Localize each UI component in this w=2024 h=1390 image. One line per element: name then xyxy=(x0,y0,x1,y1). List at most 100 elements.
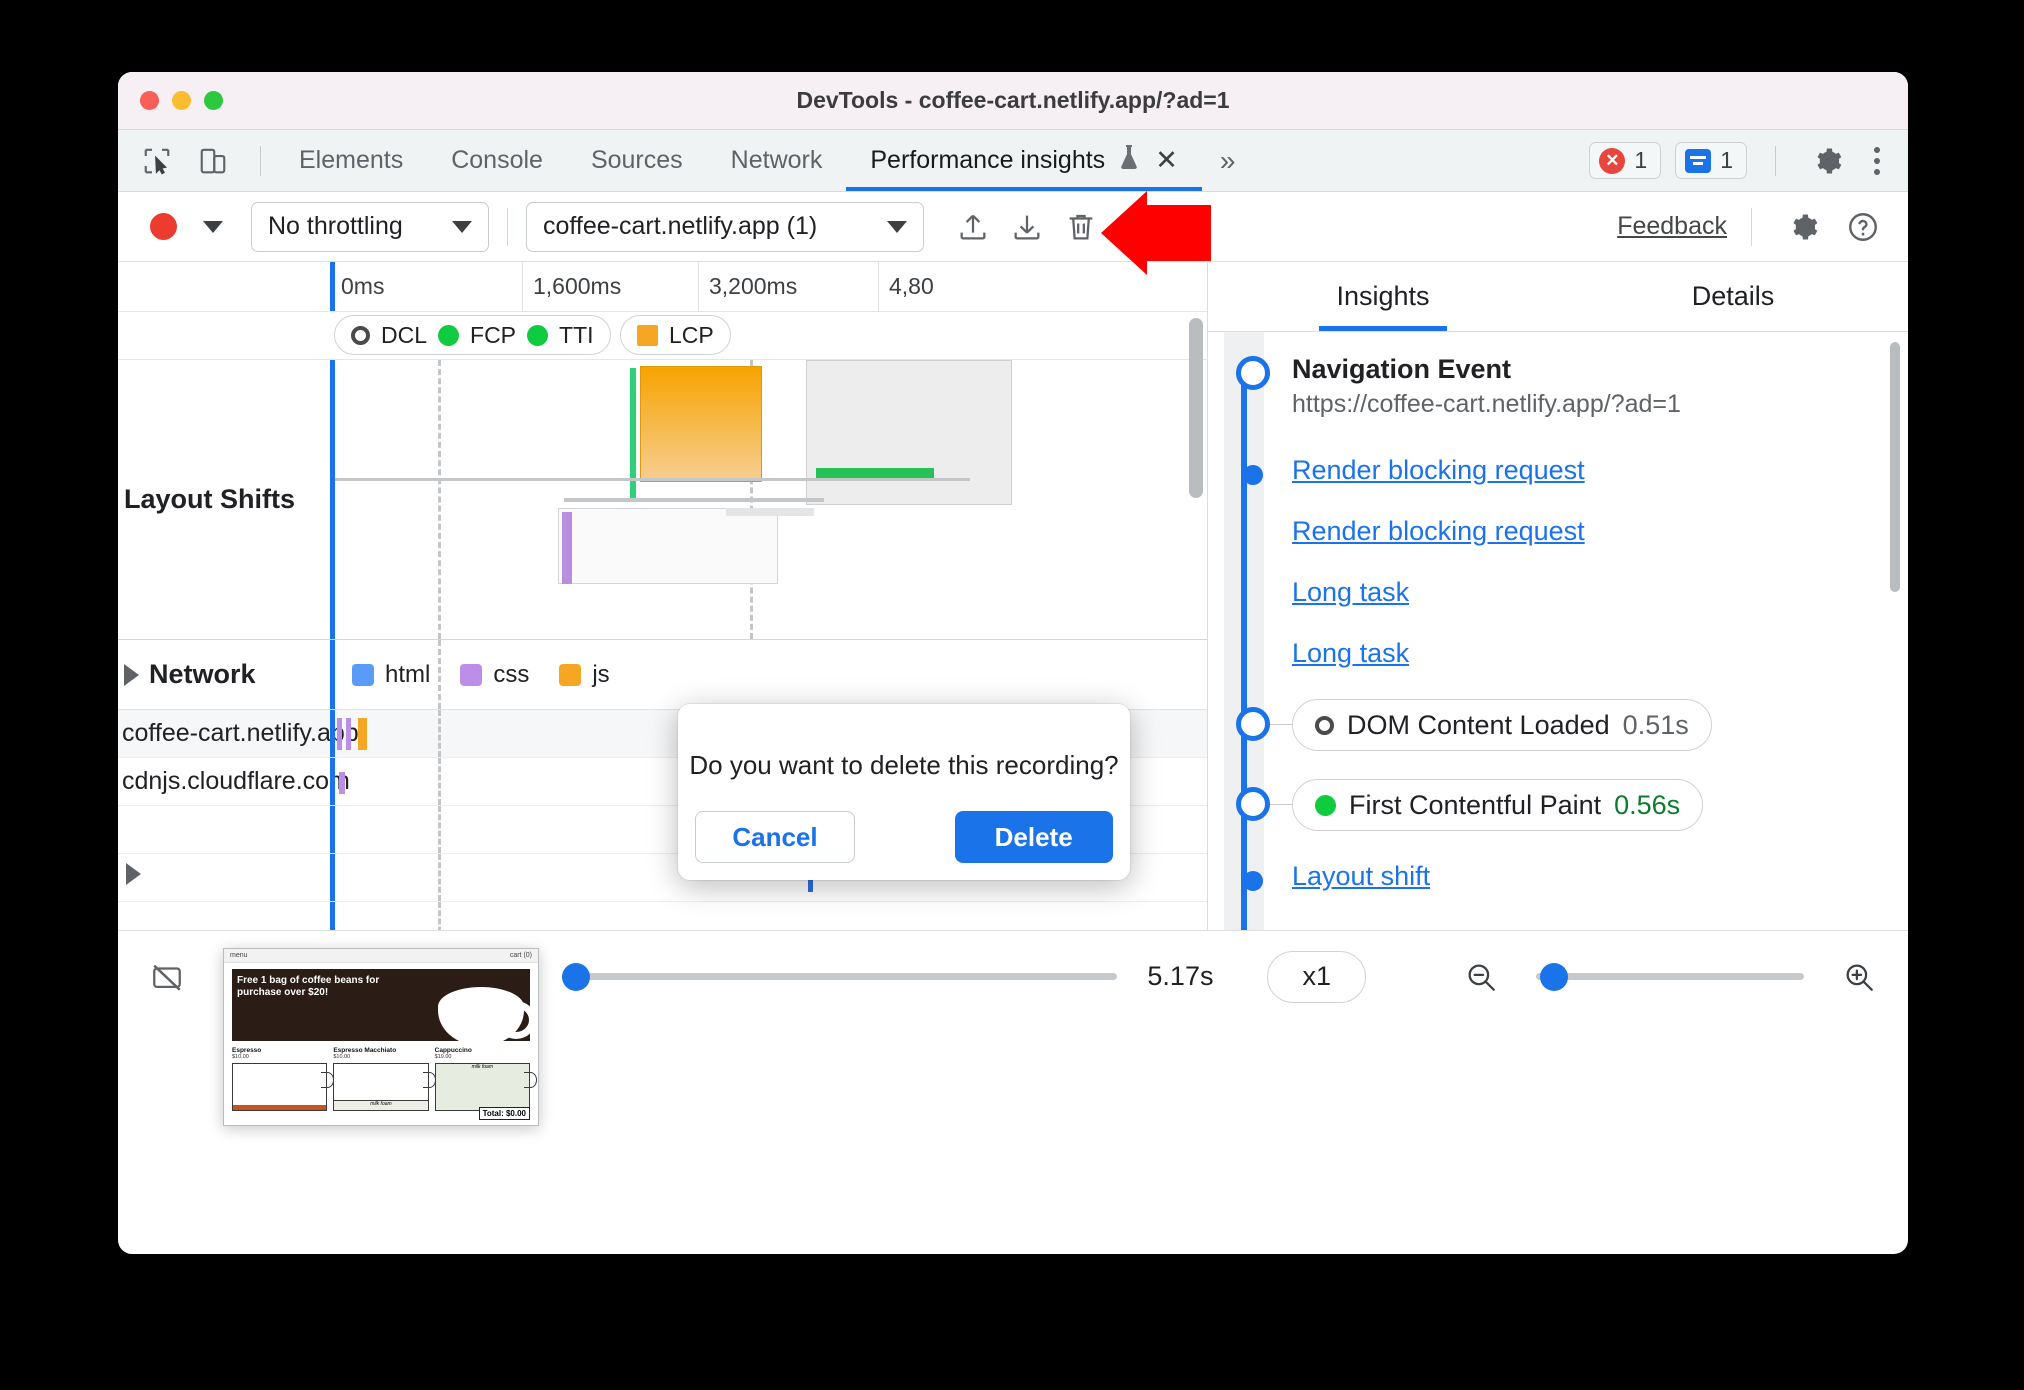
close-icon[interactable]: ✕ xyxy=(1155,145,1178,176)
toolbar-divider-1 xyxy=(507,207,508,246)
network-track-header[interactable]: Network html css js xyxy=(118,640,1207,710)
network-row-name: cdnjs.cloudflare.com xyxy=(122,767,350,795)
timeline-block[interactable] xyxy=(806,360,1012,505)
legend-label-css: css xyxy=(493,660,530,688)
tab-sources[interactable]: Sources xyxy=(567,130,707,191)
error-icon: ✕ xyxy=(1599,147,1626,174)
tabbar-left-icons xyxy=(118,138,275,184)
message-count-label: 1 xyxy=(1720,147,1733,173)
insight-link[interactable]: Long task xyxy=(1292,638,1409,668)
download-icon[interactable] xyxy=(1000,200,1054,254)
close-window-button[interactable] xyxy=(140,91,159,110)
record-options-caret-icon[interactable] xyxy=(203,220,223,233)
more-tabs-icon[interactable]: » xyxy=(1202,145,1254,177)
insight-long-task-2[interactable]: Long task xyxy=(1292,638,1908,669)
zoom-slider[interactable] xyxy=(1536,962,1804,991)
maximize-window-button[interactable] xyxy=(204,91,223,110)
network-expand-toggle[interactable]: Network xyxy=(118,659,330,690)
more-options-icon[interactable] xyxy=(1864,146,1890,175)
insight-layout-shift[interactable]: Layout shift xyxy=(1243,861,1908,892)
ruler-tick: 1,600ms xyxy=(522,262,621,311)
time-range-slider[interactable] xyxy=(562,962,1118,991)
legend-item-html: html xyxy=(352,661,430,689)
gear-icon[interactable] xyxy=(1804,138,1850,184)
playhead[interactable] xyxy=(330,360,335,639)
insight-link[interactable]: Long task xyxy=(1292,577,1409,607)
message-count-badge[interactable]: 1 xyxy=(1675,142,1747,179)
insight-link[interactable]: Render blocking request xyxy=(1292,516,1585,546)
record-button[interactable] xyxy=(150,213,177,240)
preview-product: Espresso Macchiato $10.00 milk foam xyxy=(333,1047,437,1111)
network-row-spacer-3[interactable] xyxy=(118,902,1207,930)
timeline-ruler[interactable]: 0ms 1,600ms 3,200ms 4,80 xyxy=(118,262,1207,312)
network-bar-css[interactable] xyxy=(346,718,351,750)
preview-product-list: Espresso $10.00 Espresso Macchiato $10.0… xyxy=(224,1041,538,1111)
preview-product-price: $10.00 xyxy=(333,1054,351,1060)
insight-first-contentful-paint[interactable]: First Contentful Paint 0.56s xyxy=(1236,779,1908,831)
recording-select[interactable]: coffee-cart.netlify.app (1) xyxy=(526,201,924,252)
dialog-message: Do you want to delete this recording? xyxy=(689,750,1119,780)
first-contentful-paint-chip[interactable]: First Contentful Paint 0.56s xyxy=(1292,779,1704,831)
delete-button[interactable]: Delete xyxy=(954,811,1113,863)
navigation-event-title: Navigation Event xyxy=(1292,354,1512,384)
screenshots-off-icon[interactable] xyxy=(140,950,194,1004)
marker-chip-group[interactable]: DCL FCP TTI xyxy=(334,315,611,355)
feedback-link[interactable]: Feedback xyxy=(1617,212,1727,241)
insights-panel: Insights Details Navigation Event https:… xyxy=(1208,262,1908,930)
insight-dom-content-loaded[interactable]: DOM Content Loaded 0.51s xyxy=(1236,699,1908,751)
network-bar-css[interactable] xyxy=(339,772,345,794)
upload-icon[interactable] xyxy=(946,200,1000,254)
inspect-cursor-icon[interactable] xyxy=(134,138,180,184)
timeline-scrollbar[interactable] xyxy=(1189,318,1203,498)
throttling-select[interactable]: No throttling xyxy=(251,201,489,252)
timeline-block-lcp[interactable] xyxy=(640,366,762,482)
window-titlebar: DevTools - coffee-cart.netlify.app/?ad=1 xyxy=(118,72,1908,130)
preview-product-note: milk foam xyxy=(471,1064,494,1070)
tab-details[interactable]: Details xyxy=(1558,262,1908,331)
timeline-markers-row: DCL FCP TTI LCP xyxy=(118,312,1207,360)
insight-link[interactable]: Layout shift xyxy=(1292,861,1430,891)
gear-icon[interactable] xyxy=(1776,200,1830,254)
timeline-guide-line xyxy=(438,854,441,901)
cancel-button[interactable]: Cancel xyxy=(695,811,855,863)
minimize-window-button[interactable] xyxy=(172,91,191,110)
network-bar-js[interactable] xyxy=(358,718,367,750)
dcl-marker-icon xyxy=(1315,715,1334,735)
dom-content-loaded-chip[interactable]: DOM Content Loaded 0.51s xyxy=(1292,699,1712,751)
zoom-slider-knob[interactable] xyxy=(1540,962,1568,991)
help-icon[interactable] xyxy=(1836,200,1890,254)
playback-speed-button[interactable]: x1 xyxy=(1267,950,1366,1003)
device-toolbar-icon[interactable] xyxy=(190,138,236,184)
end-time-label: 5.17s xyxy=(1147,961,1214,991)
insight-render-blocking-1[interactable]: Render blocking request xyxy=(1243,455,1908,486)
devtools-tabbar: Elements Console Sources Network Perform… xyxy=(118,130,1908,192)
delete-recording-dialog: Do you want to delete this recording? Ca… xyxy=(678,704,1130,880)
coffee-cup-image xyxy=(438,987,530,1041)
layout-shifts-body[interactable] xyxy=(330,360,1207,639)
insight-long-task-1[interactable]: Long task xyxy=(1292,577,1908,608)
tab-console[interactable]: Console xyxy=(427,130,567,191)
network-bar-css[interactable] xyxy=(337,718,342,750)
tab-performance-insights[interactable]: Performance insights ✕ xyxy=(846,130,1203,191)
timeline-block[interactable] xyxy=(726,508,814,516)
insight-link[interactable]: Render blocking request xyxy=(1292,455,1585,485)
expand-row-toggle[interactable] xyxy=(118,863,330,892)
timeline-block-css[interactable] xyxy=(562,512,572,584)
zoom-out-icon[interactable] xyxy=(1454,950,1508,1004)
node-connector xyxy=(1270,804,1292,805)
tab-insights[interactable]: Insights xyxy=(1208,262,1558,331)
slider-knob-start[interactable] xyxy=(562,962,591,991)
marker-chip-lcp[interactable]: LCP xyxy=(620,315,731,355)
timeline-block[interactable] xyxy=(558,508,778,584)
error-count-badge[interactable]: ✕ 1 xyxy=(1589,142,1662,179)
zoom-in-icon[interactable] xyxy=(1832,950,1886,1004)
preview-site-header: menu cart (0) xyxy=(224,949,538,963)
insight-navigation-event[interactable]: Navigation Event https://coffee-cart.net… xyxy=(1236,354,1908,419)
insight-render-blocking-2[interactable]: Render blocking request xyxy=(1292,516,1908,547)
tab-elements[interactable]: Elements xyxy=(275,130,427,191)
tab-network[interactable]: Network xyxy=(707,130,847,191)
insights-body[interactable]: Navigation Event https://coffee-cart.net… xyxy=(1208,332,1908,930)
layout-shifts-track[interactable]: Layout Shifts xyxy=(118,360,1207,640)
navigation-event-url: https://coffee-cart.netlify.app/?ad=1 xyxy=(1292,390,1681,418)
playhead xyxy=(330,902,335,930)
